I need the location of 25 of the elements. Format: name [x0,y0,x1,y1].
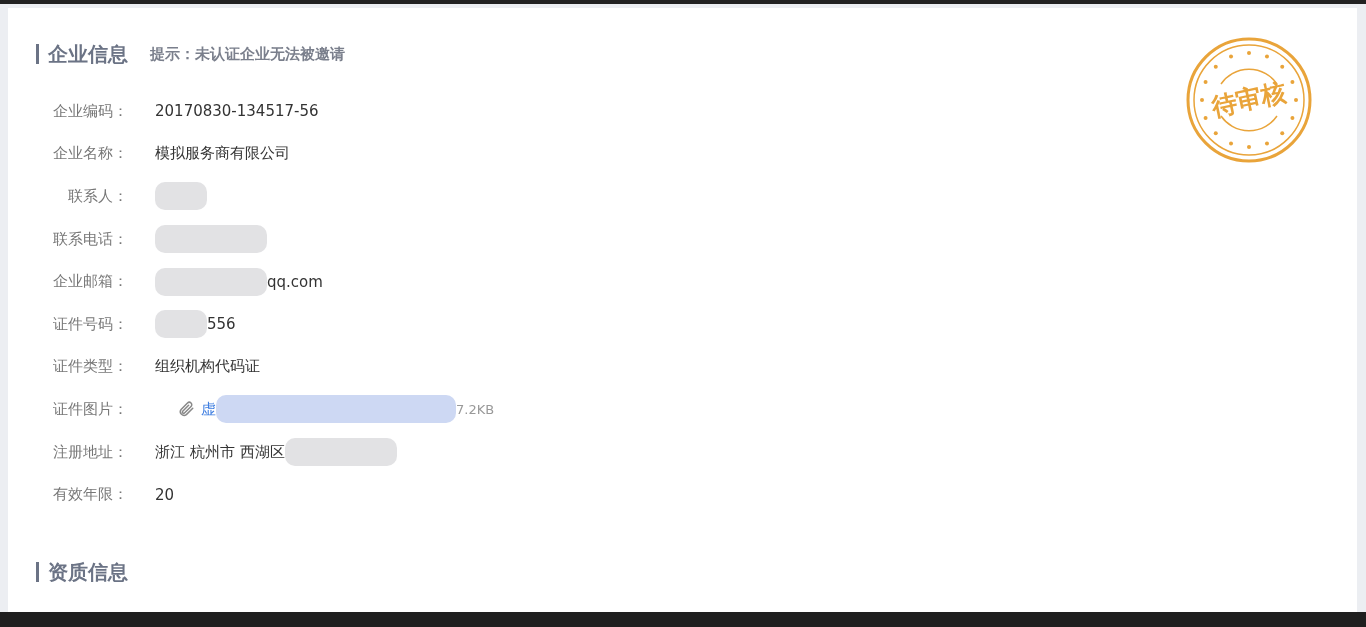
section-title: 企业信息 [36,44,128,64]
field-label: 企业编码： [52,101,128,121]
field-label: 企业名称： [52,144,128,164]
field-value: 20170830-134517-56 [155,102,319,121]
field-label: 证件类型： [52,357,128,377]
field-label: 联系人： [67,187,128,206]
field-label: 企业邮箱： [52,272,128,292]
field-value: 模拟服务商有限公司 [155,144,290,164]
pending-stamp: 待审核 [1185,36,1313,164]
field-value: 浙江 杭州市 西湖区 [155,442,285,462]
hint-text: 提示：未认证企业无法被邀请 [150,44,345,64]
field-value: 556 [207,315,236,334]
field-label: 联系电话： [52,229,128,249]
field-label: 证件号码： [52,314,128,334]
field-value: 20 [155,485,175,504]
blurred-text [155,310,207,339]
field-label: 证件图片： [52,399,128,419]
field-value: 组织机构代码证 [155,357,260,377]
section-title: 资质信息 [36,561,128,582]
blurred-text [155,182,207,211]
file-link[interactable]: 虚 [201,399,216,419]
field-label: 有效年限： [52,485,128,505]
field-label: 注册地址： [52,442,128,462]
field-value: qq.com [267,272,323,291]
file-size: 7.2KB [456,401,495,417]
